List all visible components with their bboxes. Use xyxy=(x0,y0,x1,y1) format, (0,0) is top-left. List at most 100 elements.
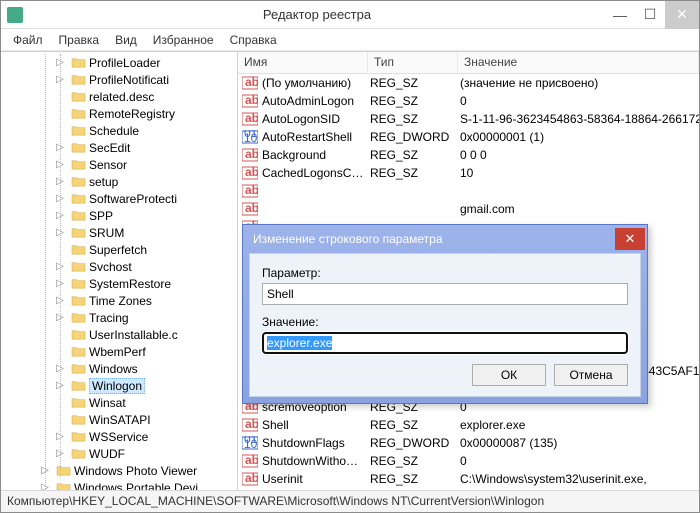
tree-item[interactable]: ▷WUDF xyxy=(1,445,237,462)
list-row[interactable]: ShutdownWitho…REG_SZ0 xyxy=(238,452,699,470)
folder-icon xyxy=(56,481,71,490)
tree-item[interactable]: ▷Windows xyxy=(1,360,237,377)
tree-item[interactable]: ▷WSService xyxy=(1,428,237,445)
list-row[interactable]: AutoRestartShellREG_DWORD0x00000001 (1) xyxy=(238,128,699,146)
expander-icon[interactable]: ▷ xyxy=(55,262,65,272)
tree-item[interactable]: ▷Svchost xyxy=(1,258,237,275)
reg-type-icon xyxy=(242,148,258,162)
maximize-button[interactable]: ☐ xyxy=(635,1,665,29)
row-name: AutoLogonSID xyxy=(262,112,370,126)
row-type: REG_SZ xyxy=(370,418,460,432)
tree-item[interactable]: ▷setup xyxy=(1,173,237,190)
list-row[interactable]: CachedLogonsC…REG_SZ10 xyxy=(238,164,699,182)
col-name[interactable]: Имя xyxy=(238,52,368,73)
expander-icon[interactable]: ▷ xyxy=(55,364,65,374)
statusbar: Компьютер\HKEY_LOCAL_MACHINE\SOFTWARE\Mi… xyxy=(1,490,699,512)
menu-help[interactable]: Справка xyxy=(222,31,285,49)
reg-type-icon xyxy=(242,94,258,108)
expander-icon[interactable]: ▷ xyxy=(40,483,50,491)
cancel-button[interactable]: Отмена xyxy=(554,364,628,386)
tree-item[interactable]: ▷ ProfileLoader xyxy=(1,54,237,71)
tree-item[interactable]: ▷SPP xyxy=(1,207,237,224)
expander-icon[interactable]: ▷ xyxy=(55,143,65,153)
expander-icon[interactable]: ▷ xyxy=(55,296,65,306)
dialog-close-button[interactable]: ✕ xyxy=(615,228,645,250)
expander-icon[interactable]: ▷ xyxy=(55,449,65,459)
param-field[interactable] xyxy=(262,283,628,305)
row-type: REG_SZ xyxy=(370,112,460,126)
tree-item[interactable]: ▷ Tracing xyxy=(1,309,237,326)
tree-item[interactable]: ▷ ProfileNotificati xyxy=(1,71,237,88)
list-row[interactable]: (По умолчанию)REG_SZ(значение не присвое… xyxy=(238,74,699,92)
expander-icon[interactable]: ▷ xyxy=(55,58,65,68)
tree-item[interactable]: ▷Windows Photo Viewer xyxy=(1,462,237,479)
row-type: REG_SZ xyxy=(370,76,460,90)
tree-item[interactable]: ▷Time Zones xyxy=(1,292,237,309)
tree-item[interactable]: UserInstallable.c xyxy=(1,326,237,343)
list-row[interactable]: AutoLogonSIDREG_SZS-1-11-96-3623454863-5… xyxy=(238,110,699,128)
tree-item[interactable]: RemoteRegistry xyxy=(1,105,237,122)
row-name: Userinit xyxy=(262,472,370,486)
tree-label: Sensor xyxy=(89,158,127,172)
expander-icon[interactable]: ▷ xyxy=(55,279,65,289)
tree-item[interactable]: Superfetch xyxy=(1,241,237,258)
tree-item[interactable]: Schedule xyxy=(1,122,237,139)
row-value: 0x00000001 (1) xyxy=(460,130,699,144)
tree-label: SecEdit xyxy=(89,141,130,155)
expander-icon[interactable]: ▷ xyxy=(55,228,65,238)
tree-item[interactable]: ▷SoftwareProtecti xyxy=(1,190,237,207)
tree-label: Windows Portable Devi xyxy=(74,481,198,491)
close-button[interactable]: ✕ xyxy=(665,1,699,29)
expander-icon[interactable]: ▷ xyxy=(55,75,65,85)
expander-icon[interactable]: ▷ xyxy=(55,160,65,170)
tree-item[interactable]: ▷ Sensor xyxy=(1,156,237,173)
menu-favorites[interactable]: Избранное xyxy=(145,31,222,49)
menu-edit[interactable]: Правка xyxy=(51,31,108,49)
list-row[interactable]: ShellREG_SZexplorer.exe xyxy=(238,416,699,434)
reg-type-icon xyxy=(242,130,258,144)
tree-label: Winlogon xyxy=(89,378,145,394)
tree-item[interactable]: ▷ Winlogon xyxy=(1,377,237,394)
menu-view[interactable]: Вид xyxy=(107,31,145,49)
row-name: Background xyxy=(262,148,370,162)
tree-item[interactable]: ▷SRUM xyxy=(1,224,237,241)
menu-file[interactable]: Файл xyxy=(5,31,51,49)
row-type: REG_SZ xyxy=(370,148,460,162)
minimize-button[interactable]: — xyxy=(605,1,635,29)
col-value[interactable]: Значение xyxy=(458,52,699,73)
list-row[interactable]: AutoAdminLogonREG_SZ0 xyxy=(238,92,699,110)
folder-icon xyxy=(71,73,86,86)
tree-item[interactable]: WbemPerf xyxy=(1,343,237,360)
dialog-titlebar: Изменение строкового параметра ✕ xyxy=(243,225,647,253)
expander-icon[interactable]: ▷ xyxy=(55,432,65,442)
tree-item[interactable]: ▷SystemRestore xyxy=(1,275,237,292)
tree-label: ProfileLoader xyxy=(89,56,160,70)
list-row[interactable]: ShutdownFlagsREG_DWORD0x00000087 (135) xyxy=(238,434,699,452)
list-row[interactable] xyxy=(238,182,699,200)
tree-item[interactable]: ▷ SecEdit xyxy=(1,139,237,156)
tree-item[interactable]: Winsat xyxy=(1,394,237,411)
tree-label: Tracing xyxy=(89,311,129,325)
row-value: (значение не присвоено) xyxy=(460,76,699,90)
expander-icon[interactable]: ▷ xyxy=(55,194,65,204)
folder-icon xyxy=(71,124,86,137)
col-type[interactable]: Тип xyxy=(368,52,458,73)
list-row[interactable]: UserinitREG_SZC:\Windows\system32\userin… xyxy=(238,470,699,488)
folder-icon xyxy=(71,311,86,324)
list-row[interactable]: gmail.com xyxy=(238,200,699,218)
expander-icon[interactable]: ▷ xyxy=(55,313,65,323)
ok-button[interactable]: ОК xyxy=(472,364,546,386)
expander-icon[interactable]: ▷ xyxy=(55,211,65,221)
expander-icon[interactable]: ▷ xyxy=(55,381,65,391)
tree-item[interactable]: WinSATAPI xyxy=(1,411,237,428)
expander-icon[interactable]: ▷ xyxy=(55,177,65,187)
tree-panel[interactable]: ▷ ProfileLoader ▷ ProfileNotificatirelated.… xyxy=(1,52,238,490)
tree-item[interactable]: related.desc xyxy=(1,88,237,105)
tree-label: ProfileNotificati xyxy=(89,73,169,87)
row-type: REG_DWORD xyxy=(370,130,460,144)
expander-icon[interactable]: ▷ xyxy=(40,466,50,476)
folder-icon xyxy=(71,90,86,103)
tree-item[interactable]: ▷ Windows Portable Devi xyxy=(1,479,237,490)
value-field[interactable] xyxy=(262,332,628,354)
list-row[interactable]: BackgroundREG_SZ0 0 0 xyxy=(238,146,699,164)
